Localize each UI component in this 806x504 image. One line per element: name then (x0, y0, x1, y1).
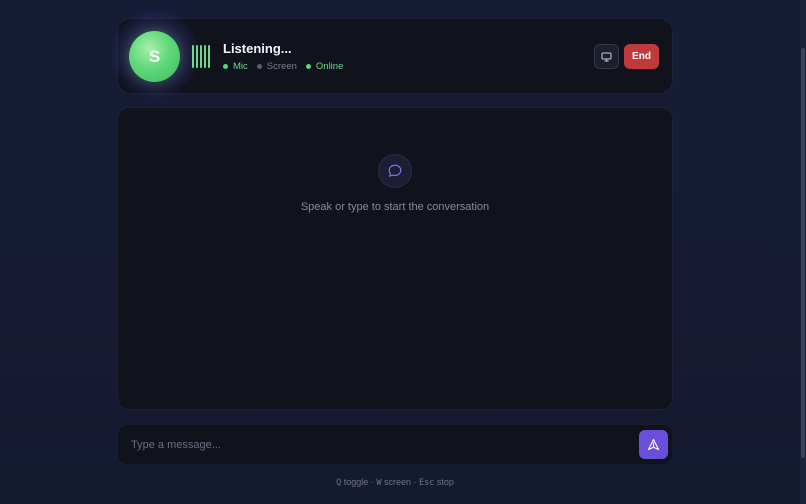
chat-bubble-icon (378, 154, 412, 188)
scrollbar-thumb[interactable] (801, 48, 805, 458)
end-call-button[interactable]: End (624, 44, 659, 69)
shortcut-key-w: W (376, 478, 382, 488)
empty-state-text: Speak or type to start the conversation (300, 201, 490, 213)
send-button[interactable] (639, 430, 668, 459)
message-input[interactable] (124, 432, 631, 458)
mic-indicator: Mic (223, 61, 248, 72)
mic-indicator-label: Mic (233, 61, 248, 72)
shortcut-key-esc: Esc (419, 478, 435, 488)
status-dot-icon (223, 64, 228, 69)
keyboard-shortcuts-hint: Q toggle · W screen · Esc stop (117, 477, 673, 488)
audio-level-meter (192, 45, 210, 68)
shortcut-key-q: Q (336, 478, 342, 488)
conversation-panel (117, 107, 673, 410)
screen-indicator-label: Screen (266, 61, 297, 72)
avatar: S (129, 31, 180, 82)
level-bar (208, 45, 210, 68)
hint-separator: · (413, 477, 417, 487)
avatar-initial: S (148, 46, 161, 66)
status-dot-icon (305, 64, 311, 69)
online-indicator-label: Online (315, 61, 344, 72)
level-bar (204, 45, 206, 68)
level-bar (200, 45, 202, 68)
monitor-icon (601, 52, 612, 61)
status-indicators: Mic Screen Online (223, 61, 352, 72)
chat-bubble-glyph (388, 164, 402, 177)
shortcut-text-toggle: toggle (343, 477, 369, 487)
screen-indicator: Screen (256, 61, 297, 72)
online-indicator: Online (305, 61, 344, 72)
status-dot-icon (256, 64, 262, 69)
send-icon (647, 438, 660, 451)
screen-share-button[interactable] (594, 44, 619, 69)
status-title: Listening... (223, 41, 292, 56)
level-bar (192, 45, 194, 68)
shortcut-text-stop: stop (436, 477, 454, 487)
level-bar (196, 45, 198, 68)
hint-separator: · (370, 477, 374, 487)
shortcut-text-screen: screen (383, 477, 411, 487)
